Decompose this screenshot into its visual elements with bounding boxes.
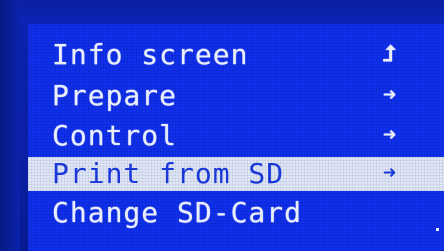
lcd-screen: Info screen ⮥ Prepare ➜ Control ➜ Print … <box>0 0 444 251</box>
bezel-top <box>0 0 444 24</box>
menu-item-prepare[interactable]: Prepare ➜ <box>28 79 444 113</box>
submenu-arrow-icon: ➜ <box>382 161 398 186</box>
menu-item-label: Info screen <box>52 38 249 71</box>
return-arrow-icon: ⮥ <box>383 42 397 67</box>
submenu-arrow-icon: ➜ <box>382 123 398 148</box>
menu-item-label: Change SD-Card <box>52 196 303 229</box>
lcd-display: Info screen ⮥ Prepare ➜ Control ➜ Print … <box>28 24 444 251</box>
menu-item-control[interactable]: Control ➜ <box>28 119 444 153</box>
submenu-arrow-icon: ➜ <box>382 83 398 108</box>
menu-item-change-sd-card[interactable]: Change SD-Card <box>28 196 444 230</box>
menu-item-label: Control <box>52 119 178 152</box>
bezel-left <box>0 0 20 251</box>
scroll-indicator-dot <box>436 228 439 231</box>
menu-item-print-from-sd[interactable]: Print from SD ➜ <box>28 157 444 191</box>
menu-item-label: Print from SD <box>52 157 285 190</box>
menu-item-label: Prepare <box>52 79 178 112</box>
menu-item-info-screen[interactable]: Info screen ⮥ <box>28 38 444 72</box>
